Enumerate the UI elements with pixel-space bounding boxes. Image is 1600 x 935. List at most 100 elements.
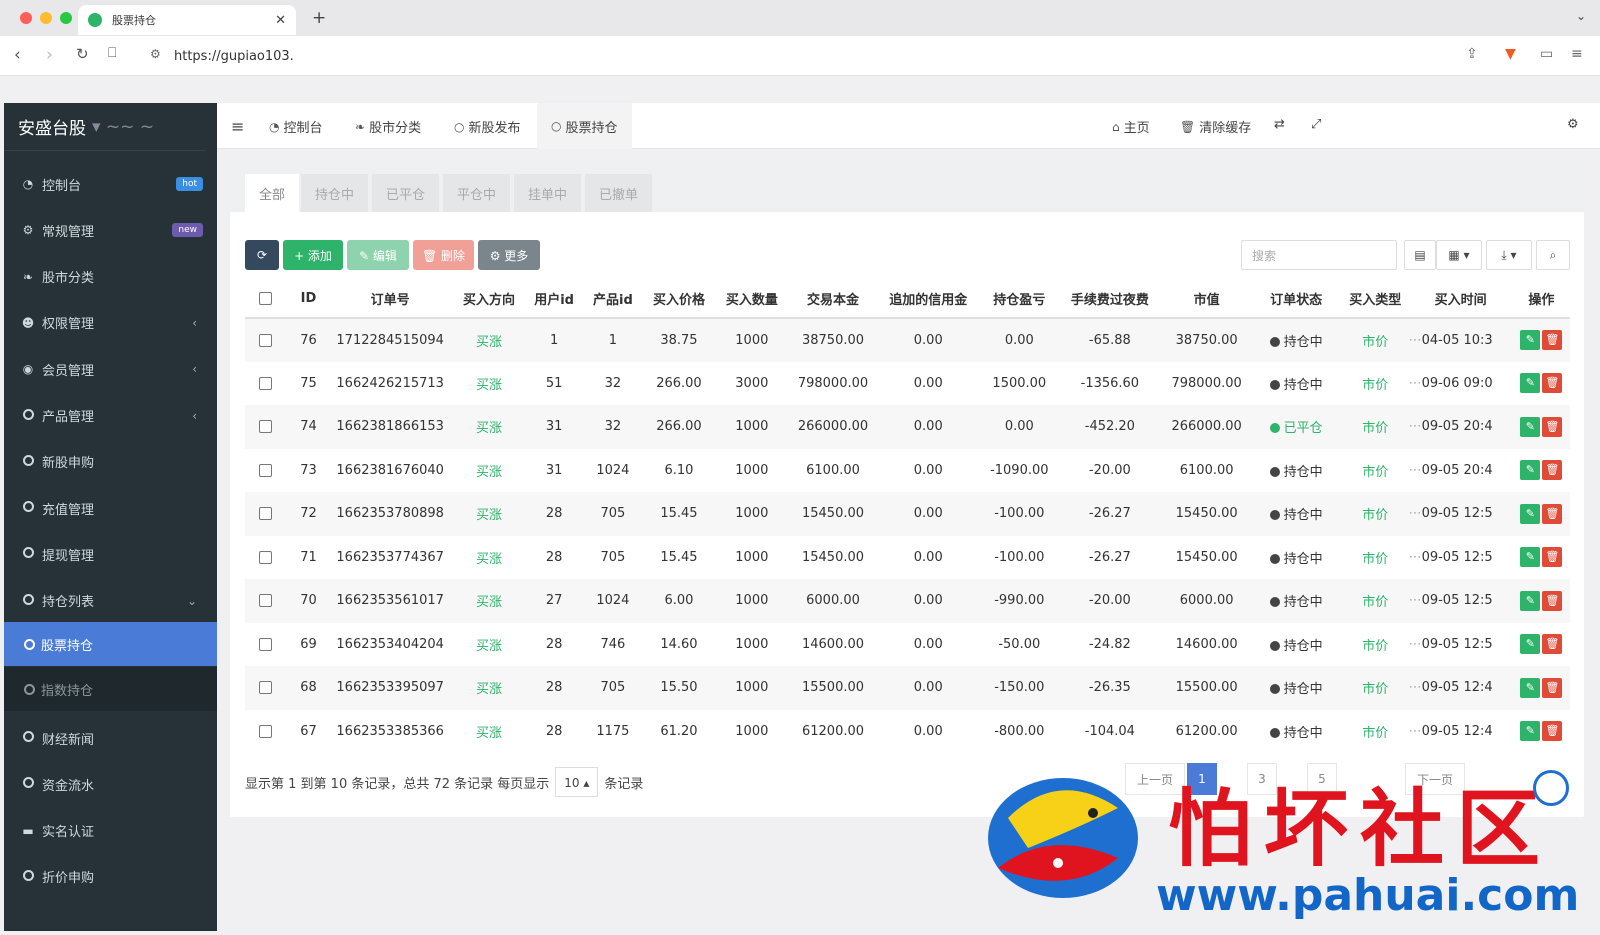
- edit-button[interactable]: ✎ 编辑: [347, 240, 409, 270]
- table-row[interactable]: 75 1662426215713 买涨 51 32 266.00 3000 798000.00…: [245, 362, 1570, 406]
- topnav-tab-market[interactable]: ❧ 股市分类: [355, 117, 421, 137]
- topnav-tab-ipo[interactable]: ○ 新股发布: [454, 117, 521, 137]
- fullscreen-icon[interactable]: ⤢: [1311, 117, 1321, 132]
- row-checkbox[interactable]: [245, 318, 287, 362]
- brave-shield-icon[interactable]: ▼: [1505, 46, 1516, 62]
- edit-row-button[interactable]: ✎: [1520, 416, 1541, 437]
- col-header[interactable]: 交易本金: [791, 280, 875, 319]
- delete-button[interactable]: 🗑 删除: [413, 240, 474, 270]
- table-row[interactable]: 71 1662353774367 买涨 28 705 15.45 1000 15450.00 0…: [245, 536, 1570, 580]
- refresh-button[interactable]: ⟳: [245, 240, 279, 270]
- table-row[interactable]: 67 1662353385366 买涨 28 1175 61.20 1000 61200.00…: [245, 710, 1570, 754]
- minimize-window-button[interactable]: [40, 12, 52, 24]
- sidebar-item[interactable]: 资金流水: [4, 761, 217, 807]
- table-row[interactable]: 68 1662353395097 买涨 28 705 15.50 1000 15500.00 0…: [245, 666, 1570, 710]
- delete-row-button[interactable]: 🗑: [1542, 634, 1563, 655]
- edit-row-button[interactable]: ✎: [1520, 460, 1541, 481]
- col-header[interactable]: 用户id: [528, 280, 581, 319]
- edit-row-button[interactable]: ✎: [1520, 330, 1541, 351]
- row-checkbox[interactable]: [245, 666, 287, 710]
- new-tab-button[interactable]: +: [312, 8, 326, 28]
- translate-icon[interactable]: ⇄: [1274, 117, 1285, 132]
- reload-icon[interactable]: ↻: [76, 45, 89, 63]
- col-header[interactable]: 买入时间: [1408, 280, 1513, 319]
- row-checkbox[interactable]: [245, 623, 287, 667]
- sidebar-item[interactable]: ▬ 实名认证: [4, 808, 217, 854]
- close-tab-icon[interactable]: ✕: [275, 13, 286, 28]
- site-info-icon[interactable]: ⚙: [150, 47, 161, 61]
- delete-row-button[interactable]: 🗑: [1542, 416, 1563, 437]
- table-view-icon[interactable]: ▤: [1404, 240, 1436, 270]
- table-row[interactable]: 76 1712284515094 买涨 1 1 38.75 1000 38750.00 0.00…: [245, 318, 1570, 362]
- edit-row-button[interactable]: ✎: [1520, 547, 1541, 568]
- subtab-cancelled[interactable]: 已撤单: [585, 174, 653, 212]
- cell-type[interactable]: 市价: [1342, 318, 1409, 362]
- cell-direction[interactable]: 买涨: [450, 536, 528, 580]
- col-header[interactable]: 手续费过夜费: [1056, 280, 1163, 319]
- table-row[interactable]: 70 1662353561017 买涨 27 1024 6.00 1000 6000.00 0.…: [245, 579, 1570, 623]
- per-page-select[interactable]: 10 ▴: [555, 767, 599, 797]
- col-header[interactable]: ID: [286, 280, 331, 319]
- cell-direction[interactable]: 买涨: [450, 449, 528, 493]
- chat-bubble-icon[interactable]: [1533, 770, 1569, 806]
- row-checkbox[interactable]: [245, 362, 287, 406]
- bookmark-icon[interactable]: ⎕: [108, 45, 116, 61]
- share-icon[interactable]: ⇪: [1466, 46, 1478, 62]
- col-header[interactable]: 买入数量: [712, 280, 792, 319]
- sidebar-subitem[interactable]: 股票持仓: [4, 622, 217, 666]
- delete-row-button[interactable]: 🗑: [1542, 590, 1563, 611]
- delete-row-button[interactable]: 🗑: [1542, 547, 1563, 568]
- cell-direction[interactable]: 买涨: [450, 623, 528, 667]
- cell-type[interactable]: 市价: [1342, 405, 1409, 449]
- row-checkbox[interactable]: [245, 710, 287, 754]
- row-checkbox[interactable]: [245, 579, 287, 623]
- col-header[interactable]: 市值: [1162, 280, 1251, 319]
- more-button[interactable]: ⚙ 更多: [478, 240, 540, 270]
- col-header[interactable]: 产品id: [580, 280, 646, 319]
- sidebar-subitem[interactable]: 指数持仓: [4, 667, 217, 711]
- topnav-tab-positions[interactable]: ○ 股票持仓: [537, 103, 632, 149]
- cell-type[interactable]: 市价: [1342, 710, 1409, 754]
- sidebar-item[interactable]: ⚙ 常规管理 new: [4, 207, 217, 253]
- sidebar-item[interactable]: ❧ 股市分类: [4, 254, 217, 300]
- forward-icon[interactable]: ›: [46, 45, 53, 65]
- subtab-all[interactable]: 全部: [245, 174, 300, 212]
- row-checkbox[interactable]: [245, 449, 287, 493]
- edit-row-button[interactable]: ✎: [1520, 503, 1541, 524]
- cell-type[interactable]: 市价: [1342, 623, 1409, 667]
- cell-type[interactable]: 市价: [1342, 362, 1409, 406]
- subtab-closed[interactable]: 已平仓: [372, 174, 440, 212]
- hamburger-menu-icon[interactable]: ≡: [231, 117, 244, 136]
- delete-row-button[interactable]: 🗑: [1542, 677, 1563, 698]
- home-link[interactable]: ⌂ 主页: [1112, 117, 1150, 137]
- tab-list-chevron-icon[interactable]: ⌄: [1576, 9, 1586, 23]
- sidebar-item[interactable]: 产品管理 ‹: [4, 393, 217, 439]
- columns-icon[interactable]: ▦ ▾: [1436, 240, 1482, 270]
- col-header[interactable]: 订单状态: [1250, 280, 1342, 319]
- cell-direction[interactable]: 买涨: [450, 666, 528, 710]
- sidebar-item[interactable]: 折价申购: [4, 854, 217, 900]
- delete-row-button[interactable]: 🗑: [1542, 721, 1563, 742]
- cell-direction[interactable]: 买涨: [450, 318, 528, 362]
- search-input[interactable]: 搜索: [1241, 240, 1397, 270]
- delete-row-button[interactable]: 🗑: [1542, 330, 1563, 351]
- clear-cache-link[interactable]: 🗑 清除缓存: [1180, 117, 1251, 137]
- cell-type[interactable]: 市价: [1342, 666, 1409, 710]
- delete-row-button[interactable]: 🗑: [1542, 373, 1563, 394]
- add-button[interactable]: + 添加: [283, 240, 343, 270]
- sidebar-item[interactable]: ☻ 权限管理 ‹: [4, 300, 217, 346]
- edit-row-button[interactable]: ✎: [1520, 590, 1541, 611]
- edit-row-button[interactable]: ✎: [1520, 634, 1541, 655]
- menu-icon[interactable]: ≡: [1571, 46, 1583, 62]
- row-checkbox[interactable]: [245, 492, 287, 536]
- table-row[interactable]: 74 1662381866153 买涨 31 32 266.00 1000 266000.00…: [245, 405, 1570, 449]
- col-header[interactable]: 持仓盈亏: [981, 280, 1057, 319]
- close-window-button[interactable]: [20, 12, 32, 24]
- topnav-tab-dashboard[interactable]: ◔ 控制台: [269, 117, 323, 137]
- delete-row-button[interactable]: 🗑: [1542, 460, 1563, 481]
- cell-direction[interactable]: 买涨: [450, 362, 528, 406]
- cell-direction[interactable]: 买涨: [450, 492, 528, 536]
- row-checkbox[interactable]: [245, 536, 287, 580]
- export-icon[interactable]: ⤓ ▾: [1486, 240, 1532, 270]
- cell-type[interactable]: 市价: [1342, 449, 1409, 493]
